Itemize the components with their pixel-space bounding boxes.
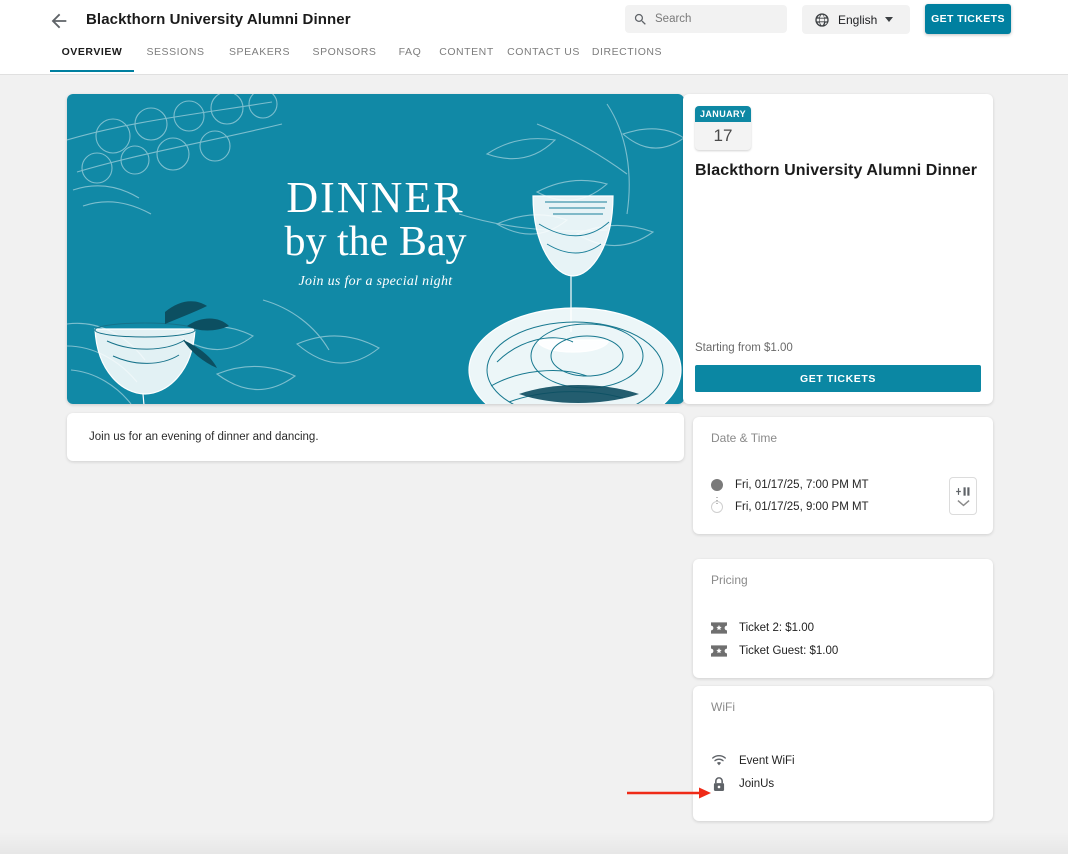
event-end-row: Fri, 01/17/25, 9:00 PM MT: [693, 496, 993, 518]
tab-sponsors[interactable]: SPONSORS: [302, 46, 387, 70]
wifi-network-row: Event WiFi: [693, 749, 993, 772]
main-content: DINNER by the Bay Join us for a special …: [0, 76, 1068, 854]
language-label: English: [838, 12, 878, 27]
wifi-icon: [711, 753, 727, 769]
pricing-item-label: Ticket 2: $1.00: [739, 621, 815, 634]
pricing-card: Pricing Ticket 2: $1.00 Ticket Guest: $1…: [693, 559, 993, 678]
date-badge-day: 17: [713, 126, 733, 145]
tab-speakers[interactable]: SPEAKERS: [217, 46, 302, 70]
chevron-down-icon: [956, 499, 970, 506]
event-start-time: Fri, 01/17/25, 7:00 PM MT: [735, 479, 869, 491]
app-header: Blackthorn University Alumni Dinner Engl…: [0, 0, 1068, 75]
pricing-item-label: Ticket Guest: $1.00: [739, 644, 839, 657]
get-tickets-header-button[interactable]: GET TICKETS: [925, 4, 1011, 34]
timeline-start-dot-icon: [711, 479, 723, 491]
tab-directions[interactable]: DIRECTIONS: [587, 46, 667, 70]
wifi-password: JoinUs: [739, 777, 775, 790]
page-footer-shadow: [0, 832, 1068, 854]
event-description-text: Join us for an evening of dinner and dan…: [89, 431, 319, 443]
ticket-summary-card: JANUARY 17 Blackthorn University Alumni …: [683, 94, 993, 404]
globe-icon: [815, 12, 829, 27]
wifi-card: WiFi Event WiFi JoinUs: [693, 686, 993, 821]
back-button[interactable]: [46, 8, 72, 34]
event-banner-card: DINNER by the Bay Join us for a special …: [67, 94, 684, 404]
banner-tagline: Join us for a special night: [298, 274, 453, 289]
pricing-item: Ticket Guest: $1.00: [693, 639, 993, 662]
search-box[interactable]: [625, 5, 787, 33]
get-tickets-button[interactable]: GET TICKETS: [695, 365, 981, 392]
timeline-connector: [716, 497, 718, 505]
date-time-card-title: Date & Time: [711, 431, 778, 445]
pricing-card-title: Pricing: [711, 573, 748, 587]
add-to-calendar-button[interactable]: [949, 477, 977, 515]
tab-content[interactable]: CONTENT: [433, 46, 500, 70]
event-banner-image: DINNER by the Bay Join us for a special …: [67, 94, 684, 404]
ticket-icon: [711, 620, 727, 636]
arrow-left-icon: [51, 13, 67, 29]
add-to-calendar-icon: [955, 486, 969, 496]
tab-contact-us[interactable]: CONTACT US: [500, 46, 587, 70]
lock-icon: [711, 776, 727, 792]
banner-subtitle: by the Bay: [284, 219, 467, 265]
event-description-card: Join us for an evening of dinner and dan…: [67, 413, 684, 461]
wifi-card-title: WiFi: [711, 700, 735, 714]
tab-overview[interactable]: OVERVIEW: [50, 46, 134, 72]
event-end-time: Fri, 01/17/25, 9:00 PM MT: [735, 501, 869, 513]
banner-title: DINNER: [286, 173, 465, 222]
chevron-down-icon: [885, 17, 894, 22]
tab-sessions[interactable]: SESSIONS: [134, 46, 217, 70]
pricing-item: Ticket 2: $1.00: [693, 616, 993, 639]
date-badge-month: JANUARY: [695, 106, 751, 122]
page-title: Blackthorn University Alumni Dinner: [86, 11, 351, 28]
search-icon: [634, 13, 646, 25]
pricing-card-body: Ticket 2: $1.00 Ticket Guest: $1.00: [693, 600, 993, 678]
wifi-card-body: Event WiFi JoinUs: [693, 727, 993, 821]
tab-bar: OVERVIEW SESSIONS SPEAKERS SPONSORS FAQ CONTE…: [50, 46, 667, 72]
date-time-card: Date & Time Fri, 01/17/25, 7:00 PM MT Fr…: [693, 417, 993, 534]
date-badge: JANUARY 17: [695, 106, 751, 150]
ticket-icon: [711, 643, 727, 659]
starting-price-label: Starting from $1.00: [695, 342, 793, 354]
ticket-card-title: Blackthorn University Alumni Dinner: [695, 162, 978, 179]
wifi-network-name: Event WiFi: [739, 754, 795, 767]
search-input[interactable]: [655, 13, 775, 25]
language-selector[interactable]: English: [802, 5, 910, 34]
annotation-arrow-icon: [627, 787, 711, 799]
tab-faq[interactable]: FAQ: [387, 46, 433, 70]
wifi-password-row: JoinUs: [693, 772, 993, 795]
event-start-row: Fri, 01/17/25, 7:00 PM MT: [693, 474, 993, 496]
date-time-card-body: Fri, 01/17/25, 7:00 PM MT Fri, 01/17/25,…: [693, 458, 993, 534]
